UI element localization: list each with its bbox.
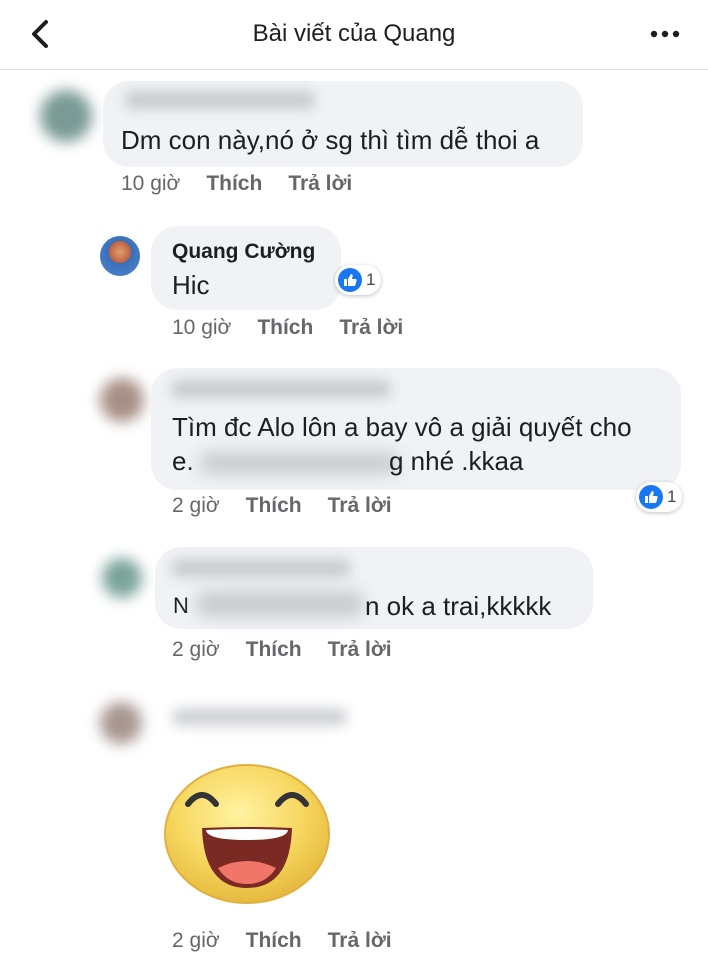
comment-author[interactable]: Quang Cường: [172, 240, 315, 264]
comment-author[interactable]: [125, 91, 315, 109]
comment-bubble: Dm con này,nó ở sg thì tìm dễ thoi a: [103, 81, 583, 167]
comment-time[interactable]: 10 giờ: [172, 316, 231, 339]
thumbs-up-icon: [639, 485, 663, 509]
reply-button[interactable]: Trả lời: [328, 638, 392, 661]
thumbs-up-icon: [338, 268, 362, 292]
comment-text: g nhé .kkaa: [389, 446, 524, 476]
redacted-text: [195, 591, 365, 617]
comment-time[interactable]: 10 giờ: [121, 172, 180, 195]
reply-button[interactable]: Trả lời: [328, 494, 392, 517]
comment-author[interactable]: [171, 559, 351, 577]
reaction-count: 1: [667, 487, 677, 506]
avatar[interactable]: [100, 702, 142, 744]
comment-text: e.: [172, 446, 194, 476]
reply-button[interactable]: Trả lời: [288, 172, 352, 195]
page-title: Bài viết của Quang: [252, 20, 456, 47]
comment-text: n ok a trai,kkkkk: [365, 591, 552, 621]
comment-meta: 2 giờ Thích Trả lời: [172, 494, 418, 518]
reaction-count: 1: [366, 270, 376, 289]
comment-time[interactable]: 2 giờ: [172, 929, 220, 952]
like-button[interactable]: Thích: [246, 929, 302, 952]
avatar[interactable]: [100, 236, 140, 276]
more-options-button[interactable]: [648, 22, 684, 46]
comment-time[interactable]: 2 giờ: [172, 494, 220, 517]
avatar[interactable]: [100, 378, 144, 422]
reply-button[interactable]: Trả lời: [328, 929, 392, 952]
comment-time[interactable]: 2 giờ: [172, 638, 220, 661]
comment-meta: 2 giờ Thích Trả lời: [172, 638, 418, 662]
avatar[interactable]: [40, 90, 92, 142]
comment-bubble: Quang Cường Hic: [151, 226, 341, 310]
comment-author[interactable]: [172, 708, 347, 726]
comment-meta: 10 giờ Thích Trả lời: [172, 316, 429, 340]
like-button[interactable]: Thích: [206, 172, 262, 195]
comment-text: Dm con này,nó ở sg thì tìm dễ thoi a: [121, 125, 540, 155]
comment-text: Tìm đc Alo lôn a bay vô a giải quyết cho: [172, 412, 632, 442]
reply-button[interactable]: Trả lời: [339, 316, 403, 339]
redacted-text: [199, 452, 399, 474]
like-button[interactable]: Thích: [257, 316, 313, 339]
more-dots-icon: [650, 30, 680, 38]
laughing-smiley-sticker: [162, 760, 332, 905]
like-button[interactable]: Thích: [246, 638, 302, 661]
reaction-badge[interactable]: 1: [335, 265, 382, 295]
comment-bubble: Tìm đc Alo lôn a bay vô a giải quyết cho…: [151, 368, 681, 490]
comment-meta: 10 giờ Thích Trả lời: [121, 172, 378, 196]
reaction-badge[interactable]: 1: [636, 482, 683, 512]
like-button[interactable]: Thích: [246, 494, 302, 517]
comment-bubble: N n ok a trai,kkkkk: [155, 547, 593, 629]
comment-author[interactable]: [171, 380, 391, 398]
comment-text: Hic: [172, 270, 210, 300]
avatar[interactable]: [102, 558, 142, 598]
comment-meta: 2 giờ Thích Trả lời: [172, 929, 418, 953]
comment-text: N: [173, 593, 189, 618]
top-bar: Bài viết của Quang: [0, 0, 708, 70]
